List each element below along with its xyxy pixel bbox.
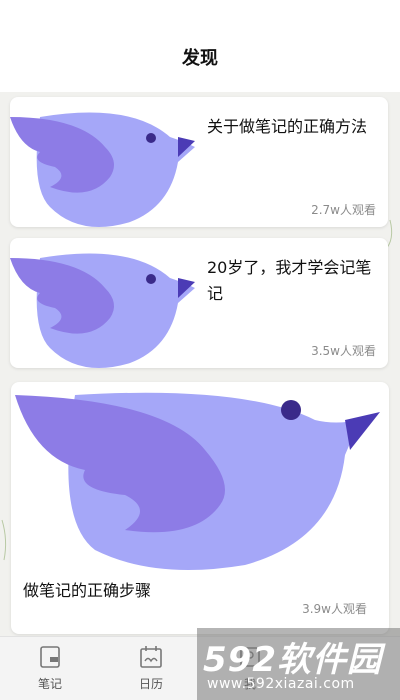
view-count: 3.9w人观看 — [302, 602, 367, 616]
bird-illustration — [15, 392, 380, 570]
article-title: 20岁了，我才学会记笔记 — [207, 258, 372, 303]
article-card[interactable]: 20岁了，我才学会记笔记 3.5w人观看 — [10, 238, 388, 368]
notebook-icon — [40, 646, 60, 668]
tab-label: 日历 — [138, 677, 163, 691]
tab-calendar[interactable]: 日历 — [121, 645, 181, 692]
article-card[interactable]: 做笔记的正确步骤 3.9w人观看 — [11, 382, 389, 634]
tab-label: 笔记 — [37, 677, 62, 691]
view-count: 2.7w人观看 — [311, 203, 376, 217]
watermark-brand: 592软件园 — [203, 640, 382, 680]
view-count: 3.5w人观看 — [311, 344, 376, 358]
calendar-icon — [140, 646, 162, 668]
watermark: 592软件园 www.592xiazai.com — [197, 628, 400, 700]
watermark-url: www.592xiazai.com — [207, 676, 355, 692]
bird-illustration — [10, 253, 195, 368]
tab-notes[interactable]: 笔记 — [20, 645, 80, 692]
bird-illustration — [10, 112, 195, 227]
page-title: 发现 — [182, 48, 218, 69]
article-title: 关于做笔记的正确方法 — [207, 117, 368, 136]
top-bar: 发现 — [0, 0, 400, 92]
article-card[interactable]: 关于做笔记的正确方法 2.7w人观看 — [10, 97, 388, 227]
